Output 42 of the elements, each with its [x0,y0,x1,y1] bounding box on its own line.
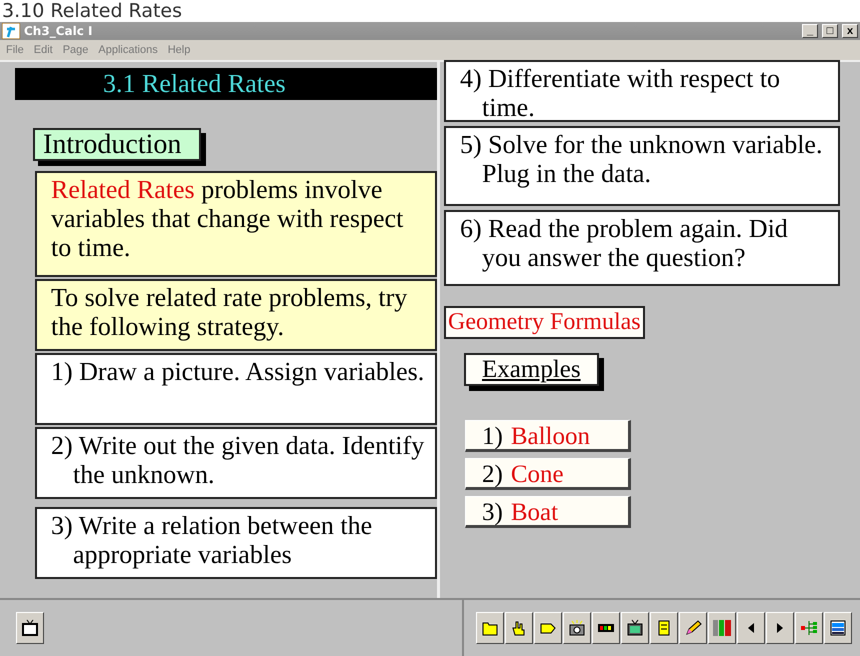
window-control[interactable]: x [842,24,858,38]
step-box: 1) Draw a picture. Assign variables. [35,353,437,425]
tv-button[interactable] [621,612,649,644]
camera-icon [568,619,586,637]
step-box: 2) Write out the given data. Identify the unknown. [35,427,437,499]
step-box: 4) Differentiate with respect to time. [444,60,840,122]
step-box: 3) Write a relation between the appropriate variables [35,507,437,579]
right-arrow-button[interactable] [766,612,794,644]
window-control[interactable]: □ [822,24,838,38]
color-bars-icon [713,619,731,637]
step-box: 6) Read the problem again. Did you answer the question? [444,210,840,286]
window-title: Ch3_Calc I [24,24,92,38]
strategy-paragraph: To solve related rate problems, try the following strategy. [35,279,437,351]
step-box: 5) Solve for the unknown variable. Plug in the data. [444,126,840,206]
hand-button[interactable] [505,612,533,644]
tree-icon [800,619,818,637]
geometry-formulas-link[interactable]: Geometry Formulas [444,306,645,339]
tv-button[interactable] [16,612,44,644]
folder-button[interactable] [476,612,504,644]
intro-paragraph: Related Rates problems involve variables that change with respect to time. [35,171,437,277]
tv-icon [626,619,644,637]
camera-button[interactable] [563,612,591,644]
film-button[interactable] [592,612,620,644]
pencil-button[interactable] [679,612,707,644]
example-button[interactable]: 3) Boat [465,496,631,528]
tv-icon [21,619,39,637]
app-icon [2,23,20,39]
tree-button[interactable] [795,612,823,644]
layers-icon [829,619,847,637]
page-heading: 3.10 Related Rates [1,0,184,22]
example-button[interactable]: 1) Balloon [465,420,631,452]
color-bars-button[interactable] [708,612,736,644]
pencil-icon [684,619,702,637]
window-control[interactable]: _ [802,24,818,38]
example-button[interactable]: 2) Cone [465,458,631,490]
left-arrow-button[interactable] [737,612,765,644]
note-button[interactable] [534,612,562,644]
left-arrow-icon [748,623,754,633]
layers-button[interactable] [824,612,852,644]
right-arrow-icon [777,623,783,633]
document-button[interactable] [650,612,678,644]
section-banner: 3.1 Related Rates [15,68,437,100]
